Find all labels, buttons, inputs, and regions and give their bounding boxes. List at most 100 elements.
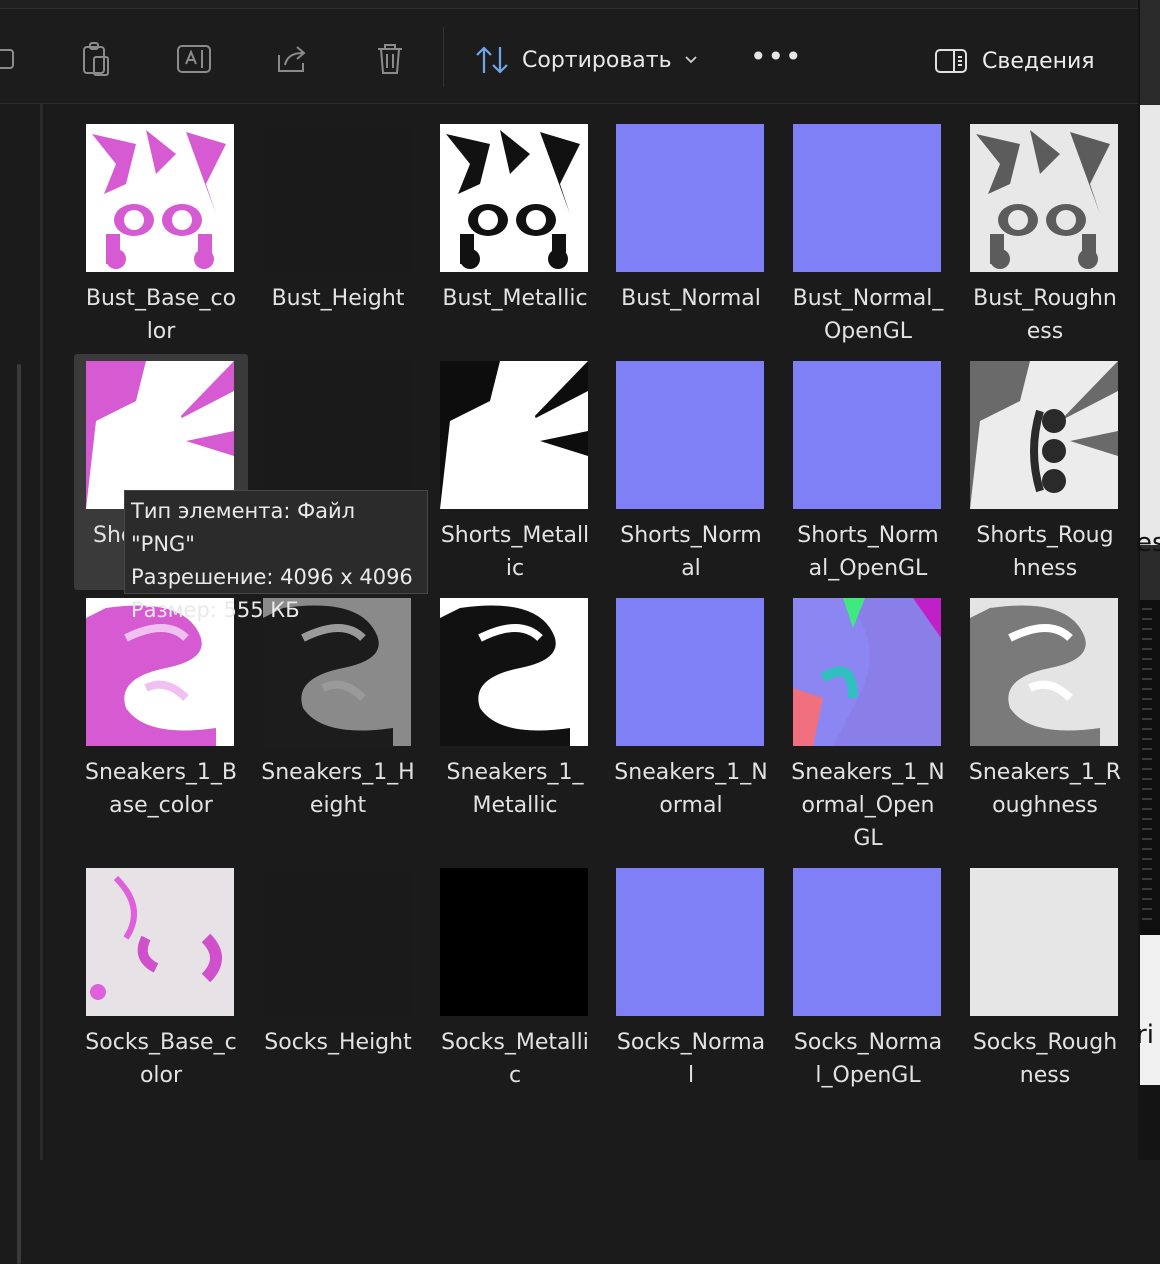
file-thumbnail: [616, 868, 764, 1016]
file-name-line: Bust_Height: [271, 286, 405, 311]
file-thumbnail: [86, 124, 234, 272]
file-name: Bust_Normal_ OpenGL: [785, 282, 951, 348]
share-icon[interactable]: [270, 37, 314, 81]
file-thumbnail: [970, 868, 1118, 1016]
sort-button[interactable]: Сортировать: [474, 37, 698, 83]
navigation-scrollbar[interactable]: [17, 364, 21, 1264]
file-name-line: al_OpenGL: [808, 556, 928, 581]
file-name-line: Bust_Metallic: [442, 286, 588, 311]
file-thumbnail: [86, 361, 234, 509]
file-thumbnail: [616, 598, 764, 746]
file-name-line: Socks_Base_c: [85, 1030, 237, 1055]
file-name-line: c: [508, 1063, 522, 1088]
window-top-edge: [0, 0, 1140, 9]
rename-icon[interactable]: [0, 37, 26, 81]
file-name: Socks_Metallic: [432, 1026, 598, 1092]
file-name-line: hness: [1012, 556, 1078, 581]
file-name-line: lor: [146, 319, 176, 344]
file-name-line: ess: [1026, 319, 1064, 344]
file-name: Socks_Height: [255, 1026, 421, 1059]
delete-icon[interactable]: [368, 37, 412, 81]
file-name: Socks_Base_c olor: [78, 1026, 244, 1092]
file-name-line: Sneakers_1_B: [84, 760, 237, 785]
file-name-line: ness: [1019, 1063, 1071, 1088]
file-name-line: ase_color: [109, 793, 213, 818]
file-name: Socks_Norma l: [608, 1026, 774, 1092]
file-thumbnail: [970, 124, 1118, 272]
file-name-line: Sneakers_1_H: [261, 760, 415, 785]
file-name-line: OpenGL: [823, 319, 913, 344]
file-thumbnail: [440, 868, 588, 1016]
file-name-line: Socks_Norma: [793, 1030, 943, 1055]
file-thumbnail: [970, 598, 1118, 746]
file-name: Bust_Normal: [608, 282, 774, 315]
file-name-line: Socks_Metalli: [441, 1030, 589, 1055]
tooltip-resolution: Разрешение: 4096 x 4096: [131, 565, 413, 589]
file-thumbnail: [616, 361, 764, 509]
file-thumbnail: [970, 361, 1118, 509]
file-name-line: Bust_Base_co: [85, 286, 237, 311]
file-name-line: Sneakers_1_N: [791, 760, 945, 785]
file-thumbnail: [440, 124, 588, 272]
file-name: Bust_Base_color: [78, 282, 244, 348]
file-name: Socks_Roughness: [962, 1026, 1128, 1092]
file-name: Socks_Norma l_OpenGL: [785, 1026, 951, 1092]
file-name: Shorts_Roughness: [962, 519, 1128, 585]
tooltip-size: Размер: 555 КБ: [131, 598, 300, 622]
file-name-line: Shorts_Norm: [620, 523, 762, 548]
background-window-panel: [1140, 105, 1160, 545]
file-thumbnail: [263, 361, 411, 509]
file-name-line: Socks_Height: [264, 1030, 412, 1055]
details-label: Сведения: [982, 48, 1095, 74]
file-name-line: Sneakers_1_R: [968, 760, 1122, 785]
file-thumbnail: [793, 124, 941, 272]
file-name-line: Sneakers_1_: [446, 760, 584, 785]
navigation-pane: [0, 104, 43, 1264]
file-name: Sneakers_1_N ormal_Open GL: [785, 756, 951, 855]
file-thumbnail: [440, 598, 588, 746]
file-thumbnail: [793, 361, 941, 509]
file-name: Sneakers_1_ Metallic: [432, 756, 598, 822]
file-name: Shorts_Normal: [608, 519, 774, 585]
paste-icon[interactable]: [74, 37, 118, 81]
chevron-down-icon: [684, 56, 697, 64]
file-name-line: oughness: [992, 793, 1098, 818]
file-name-line: ic: [505, 556, 525, 581]
file-tooltip: Тип элемента: Файл "PNG" Разрешение: 409…: [124, 490, 428, 622]
command-bar: Сортировать ••• Сведения: [0, 9, 1138, 104]
file-name: Bust_Metallic: [432, 282, 598, 315]
file-name-line: Shorts_Roug: [976, 523, 1114, 548]
file-name-line: ormal_Open: [801, 793, 935, 818]
file-thumbnail: [263, 868, 411, 1016]
ai-text-icon[interactable]: [172, 37, 216, 81]
file-name: Sneakers_1_N ormal: [608, 756, 774, 822]
background-window-panel: [1140, 935, 1160, 1085]
file-name-line: l: [687, 1063, 695, 1088]
file-name: Shorts_Norm al_OpenGL: [785, 519, 951, 585]
file-thumbnail: [86, 868, 234, 1016]
file-name: Sneakers_1_R oughness: [962, 756, 1128, 822]
file-thumbnail: [440, 361, 588, 509]
file-name-line: l_OpenGL: [815, 1063, 921, 1088]
file-name-line: Socks_Rough: [972, 1030, 1118, 1055]
file-thumbnail: [793, 868, 941, 1016]
file-name-line: Metallic: [472, 793, 558, 818]
tooltip-type: Тип элемента: Файл "PNG": [131, 499, 356, 556]
more-options-button[interactable]: •••: [750, 43, 803, 71]
details-pane-button[interactable]: Сведения: [934, 39, 1095, 83]
file-name: Shorts_Metall ic: [432, 519, 598, 585]
file-name-line: GL: [853, 826, 883, 851]
file-name: Sneakers_1_B ase_color: [78, 756, 244, 822]
file-thumbnail: [793, 598, 941, 746]
file-name: Bust_Height: [255, 282, 421, 315]
details-pane-icon: [935, 49, 967, 73]
file-name-line: eight: [309, 793, 367, 818]
file-name-line: Sneakers_1_N: [614, 760, 768, 785]
file-name-line: Bust_Normal_: [792, 286, 944, 311]
file-name-line: Shorts_Norm: [797, 523, 939, 548]
sort-icon: [476, 46, 508, 74]
file-thumbnail: [616, 124, 764, 272]
file-name: Sneakers_1_Height: [255, 756, 421, 822]
background-text: ri: [1136, 1020, 1154, 1050]
file-name-line: al: [681, 556, 701, 581]
